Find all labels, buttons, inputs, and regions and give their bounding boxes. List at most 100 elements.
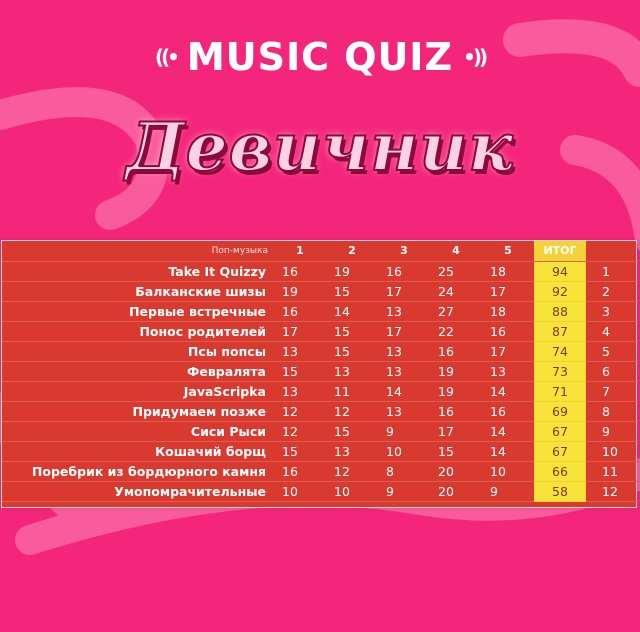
round-score: 14 — [326, 301, 378, 322]
round-score: 13 — [274, 341, 326, 362]
place: 1 — [586, 261, 638, 282]
place: 11 — [586, 461, 638, 482]
column-header: 3 — [378, 241, 430, 262]
team-name: Первые встречные — [2, 301, 274, 322]
round-score: 13 — [326, 441, 378, 462]
round-score: 15 — [326, 281, 378, 302]
total-score: 67 — [534, 421, 586, 442]
round-score: 14 — [482, 441, 534, 462]
team-name: Take It Quizzy — [2, 261, 274, 282]
round-score: 14 — [482, 421, 534, 442]
total-score: 69 — [534, 401, 586, 422]
round-score: 16 — [482, 401, 534, 422]
round-score: 15 — [326, 421, 378, 442]
place: 2 — [586, 281, 638, 302]
round-score: 10 — [378, 441, 430, 462]
sound-waves-right-icon: •)) — [463, 45, 488, 69]
round-score: 14 — [378, 381, 430, 402]
round-score: 9 — [378, 481, 430, 502]
team-name: Поребрик из бордюрного камня — [2, 461, 274, 482]
table-row: Поребрик из бордюрного камня 16 12 8 20 … — [2, 461, 638, 482]
total-score: 94 — [534, 261, 586, 282]
round-score: 18 — [482, 301, 534, 322]
team-name: Балканские шизы — [2, 281, 274, 302]
round-score: 16 — [274, 261, 326, 282]
round-score: 17 — [378, 281, 430, 302]
round-score: 11 — [326, 381, 378, 402]
table-row: Take It Quizzy 16 19 16 25 18 94 1 — [2, 261, 638, 282]
total-score: 92 — [534, 281, 586, 302]
table-row: Кошачий борщ 15 13 10 15 14 67 10 — [2, 441, 638, 462]
round-score: 17 — [482, 281, 534, 302]
round-score: 24 — [430, 281, 482, 302]
round-score: 27 — [430, 301, 482, 322]
round-score: 12 — [326, 461, 378, 482]
team-name: Понос родителей — [2, 321, 274, 342]
round-score: 15 — [274, 361, 326, 382]
round-score: 19 — [430, 361, 482, 382]
place-column-header — [586, 241, 638, 262]
round-score: 20 — [430, 481, 482, 502]
total-column-header: ИТОГ — [534, 241, 586, 262]
round-score: 16 — [274, 301, 326, 322]
round-score: 16 — [378, 261, 430, 282]
column-header: 5 — [482, 241, 534, 262]
round-score: 15 — [430, 441, 482, 462]
team-name: Придумаем позже — [2, 401, 274, 422]
round-score: 17 — [378, 321, 430, 342]
total-score: 66 — [534, 461, 586, 482]
round-score: 16 — [274, 461, 326, 482]
round-score: 12 — [326, 401, 378, 422]
place: 4 — [586, 321, 638, 342]
round-score: 20 — [430, 461, 482, 482]
round-score: 17 — [430, 421, 482, 442]
table-row: Придумаем позже 12 12 13 16 16 69 8 — [2, 401, 638, 422]
place: 5 — [586, 341, 638, 362]
team-name: Февралята — [2, 361, 274, 382]
round-score: 9 — [378, 421, 430, 442]
round-score: 15 — [326, 341, 378, 362]
quiz-title: MUSIC QUIZ — [186, 35, 454, 79]
total-score: 87 — [534, 321, 586, 342]
category-label: Поп-музыка — [2, 241, 274, 262]
round-score: 16 — [430, 401, 482, 422]
round-score: 13 — [378, 401, 430, 422]
quiz-header: ((• MUSIC QUIZ •)) — [0, 32, 640, 82]
round-score: 12 — [274, 401, 326, 422]
table-row: Умопомрачительные 10 10 9 20 9 58 12 — [2, 481, 638, 502]
total-score: 74 — [534, 341, 586, 362]
round-score: 10 — [326, 481, 378, 502]
table-row: Февралята 15 13 13 19 13 73 6 — [2, 361, 638, 382]
total-score: 67 — [534, 441, 586, 462]
round-score: 14 — [482, 381, 534, 402]
table-row: Первые встречные 16 14 13 27 18 88 3 — [2, 301, 638, 322]
round-score: 13 — [378, 301, 430, 322]
round-score: 17 — [274, 321, 326, 342]
round-score: 13 — [326, 361, 378, 382]
place: 6 — [586, 361, 638, 382]
round-score: 15 — [326, 321, 378, 342]
place: 3 — [586, 301, 638, 322]
round-score: 19 — [326, 261, 378, 282]
table-row: Понос родителей 17 15 17 22 16 87 4 — [2, 321, 638, 342]
team-name: JavaScripka — [2, 381, 274, 402]
round-score: 17 — [482, 341, 534, 362]
round-score: 10 — [274, 481, 326, 502]
table-row: JavaScripka 13 11 14 19 14 71 7 — [2, 381, 638, 402]
table-row: Сиси Рыси 12 15 9 17 14 67 9 — [2, 421, 638, 442]
round-score: 22 — [430, 321, 482, 342]
event-subtitle: Девичник — [125, 107, 514, 187]
round-score: 19 — [430, 381, 482, 402]
team-name: Сиси Рыси — [2, 421, 274, 442]
round-score: 12 — [274, 421, 326, 442]
round-score: 15 — [274, 441, 326, 462]
round-score: 8 — [378, 461, 430, 482]
column-header: 2 — [326, 241, 378, 262]
team-name: Кошачий борщ — [2, 441, 274, 462]
table-row: Балканские шизы 19 15 17 24 17 92 2 — [2, 281, 638, 302]
total-score: 88 — [534, 301, 586, 322]
round-score: 13 — [378, 361, 430, 382]
total-score: 73 — [534, 361, 586, 382]
column-header: 1 — [274, 241, 326, 262]
round-score: 16 — [482, 321, 534, 342]
